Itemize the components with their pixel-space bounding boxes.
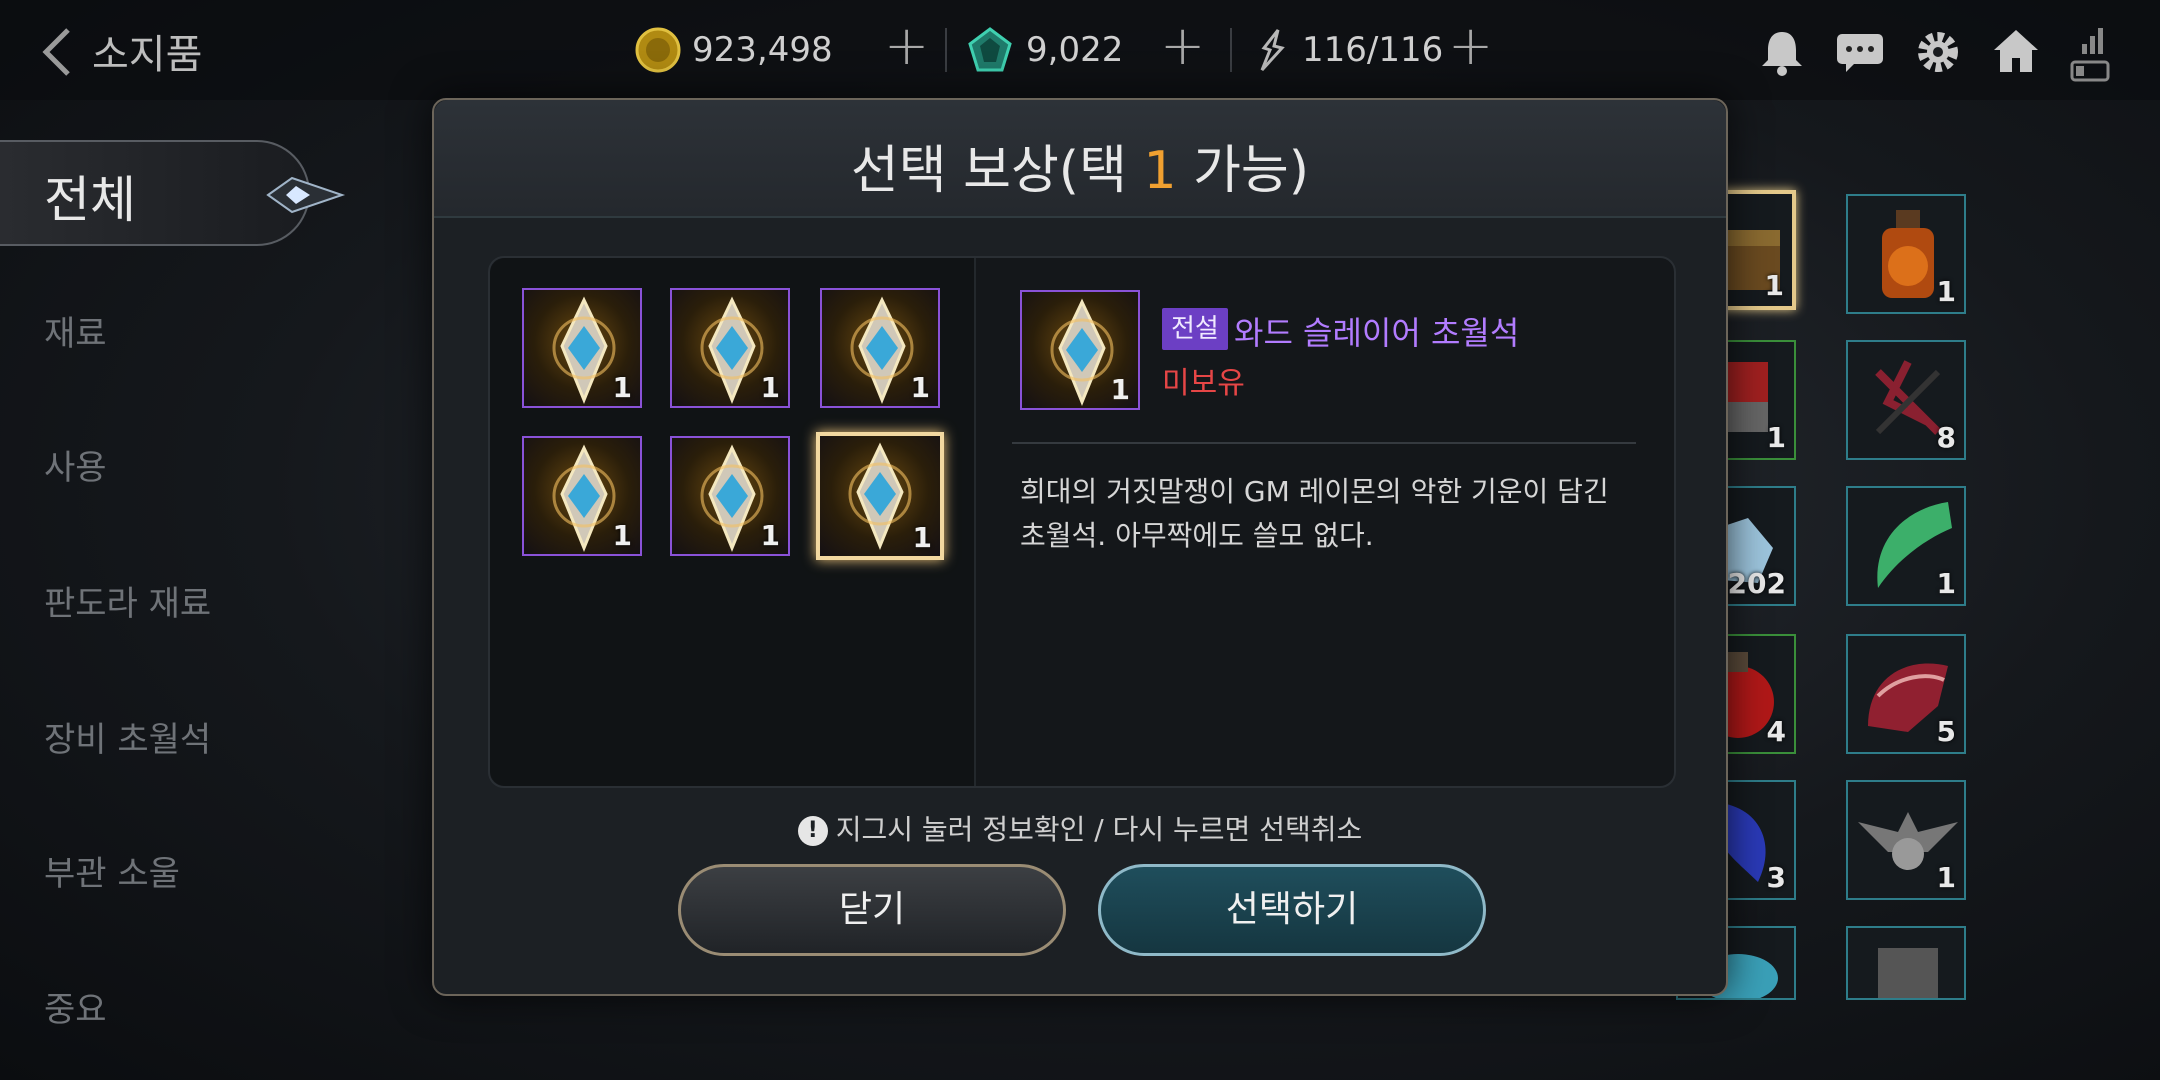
inventory-slot[interactable]	[1846, 926, 1966, 1000]
title-suffix: 가능)	[1176, 141, 1310, 201]
reward-list: 1 1 1 1 1 1	[490, 258, 976, 786]
gold-amount: 923,498	[692, 30, 833, 70]
reward-slot[interactable]: 1	[820, 288, 940, 408]
category-materials[interactable]: 재료	[44, 306, 107, 355]
item-description: 희대의 거짓말쟁이 GM 레이몬의 악한 기운이 담긴 초월석. 아무짝에도 쓸…	[1020, 470, 1640, 558]
page-title: 소지품	[92, 32, 203, 78]
top-bar: 소지품 923,498 + 9,022 + 116/116 +	[0, 0, 2160, 100]
inventory-slot[interactable]: 1	[1846, 780, 1966, 900]
category-use[interactable]: 사용	[44, 440, 107, 489]
category-important[interactable]: 중요	[44, 982, 107, 1031]
home-icon[interactable]	[1990, 26, 2042, 78]
divider	[1230, 28, 1232, 72]
inventory-slot[interactable]: 1	[1846, 194, 1966, 314]
gem-counter: 9,022	[966, 20, 1123, 80]
plus-icon: +	[884, 14, 930, 77]
detail-item-icon: 1	[1020, 290, 1140, 410]
back-arrow-icon[interactable]	[36, 22, 86, 82]
gold-coin-icon	[635, 27, 681, 73]
stamina-icon	[1260, 29, 1285, 72]
reward-slot[interactable]: 1	[670, 436, 790, 556]
reward-slot[interactable]: 1	[522, 288, 642, 408]
close-button[interactable]: 닫기	[678, 864, 1066, 956]
reward-slot[interactable]: 1	[522, 436, 642, 556]
signal-battery-icon	[2068, 26, 2120, 82]
inventory-slot[interactable]: 8	[1846, 340, 1966, 460]
gem-icon	[968, 27, 1012, 72]
inventory-slot[interactable]: 5	[1846, 634, 1966, 754]
armor-icon	[1878, 948, 1938, 998]
plus-icon: +	[1448, 14, 1494, 77]
reward-select-modal: 선택 보상(택 1 가능) 1 1 1 1 1 1 1 전설 와드 슬레이어 초…	[432, 98, 1728, 996]
info-icon: !	[797, 816, 828, 846]
reward-slot[interactable]: 1	[670, 288, 790, 408]
modal-title: 선택 보상(택 1 가능)	[434, 128, 1726, 203]
title-count: 1	[1143, 141, 1177, 201]
ownership-status: 미보유	[1162, 366, 1245, 401]
category-adjutant-soul[interactable]: 부관 소울	[44, 846, 180, 895]
reward-slot-selected[interactable]: 1	[816, 432, 944, 560]
category-all[interactable]: 전체	[44, 160, 136, 232]
gold-counter: 923,498	[634, 20, 833, 80]
description-line: 초월석. 아무짝에도 쓸모 없다.	[1020, 519, 1374, 552]
stamina-counter: 116/116	[1252, 20, 1443, 80]
gem-amount: 9,022	[1026, 30, 1124, 70]
hint-label: 지그시 눌러 정보확인 / 다시 누르면 선택취소	[835, 813, 1363, 846]
title-prefix: 선택 보상(택	[850, 141, 1144, 201]
category-pandora-materials[interactable]: 판도라 재료	[44, 576, 211, 625]
bell-icon[interactable]	[1756, 26, 1808, 78]
select-button[interactable]: 선택하기	[1098, 864, 1486, 956]
hint-text: ! 지그시 눌러 정보확인 / 다시 누르면 선택취소	[434, 808, 1726, 848]
gear-icon[interactable]	[1912, 26, 1964, 78]
description-line: 희대의 거짓말쟁이 GM 레이몬의 악한 기운이 담긴	[1020, 475, 1609, 508]
stamina-amount: 116/116	[1302, 30, 1444, 70]
selection-gem-icon	[266, 176, 346, 214]
plus-icon: +	[1160, 14, 1206, 77]
item-name: 와드 슬레이어 초월석	[1234, 314, 1520, 352]
divider	[945, 28, 947, 72]
inventory-slot[interactable]: 1	[1846, 486, 1966, 606]
category-equipment-stones[interactable]: 장비 초월석	[44, 712, 211, 761]
grade-badge: 전설	[1162, 308, 1228, 350]
divider	[1012, 442, 1636, 444]
top-icon-group	[1756, 26, 2120, 82]
chat-icon[interactable]	[1834, 26, 1886, 78]
modal-header: 선택 보상(택 1 가능)	[434, 100, 1726, 218]
modal-body: 1 1 1 1 1 1 1 전설 와드 슬레이어 초월석 미보유 희대의 거짓말…	[488, 256, 1676, 788]
